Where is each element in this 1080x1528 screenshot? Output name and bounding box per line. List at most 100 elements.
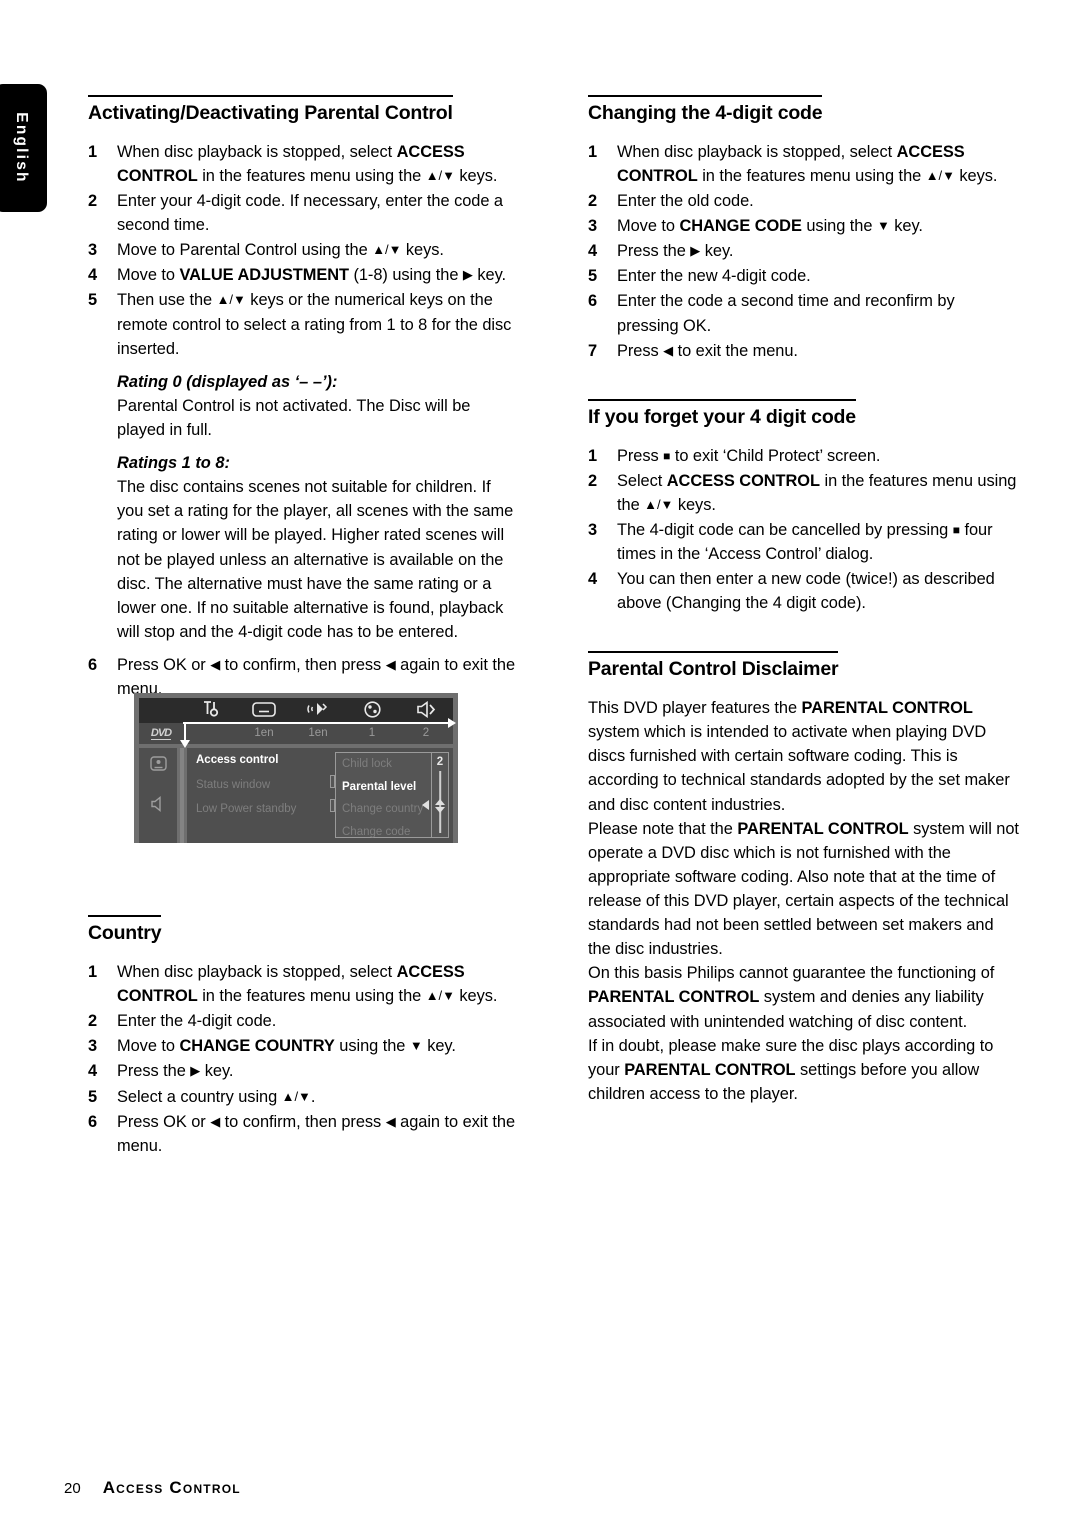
step-number: 1 [588, 142, 598, 161]
tv-left-caret-icon [422, 800, 429, 810]
language-tab: English [0, 84, 47, 212]
step-item: 3 Move to Parental Control using the ▲/▼ … [88, 238, 520, 262]
step-item: 2 Enter your 4-digit code. If necessary, … [88, 189, 520, 237]
rating-0-heading: Rating 0 (displayed as ‘– –’): [117, 372, 338, 391]
tv-value-audio: 1en [308, 726, 328, 739]
step-number: 5 [88, 1087, 98, 1106]
step-item: 2 Enter the 4-digit code. [88, 1009, 520, 1033]
step-text: You can then enter a new code (twice!) a… [617, 570, 995, 613]
step-text: Enter your 4-digit code. If necessary, e… [117, 192, 503, 235]
step-number: 5 [588, 267, 598, 286]
step-text: When disc playback is stopped, select AC… [117, 142, 498, 185]
step-number: 4 [588, 570, 598, 589]
step-text: Move to CHANGE COUNTRY using the ▼ key. [117, 1037, 456, 1056]
steps-country: 1 When disc playback is stopped, select A… [88, 960, 520, 1158]
step-item: 6 Enter the code a second time and reconf… [588, 289, 1020, 337]
tv-parental-level-value: 2 [436, 756, 444, 768]
tv-horizontal-arrow-icon [183, 718, 456, 728]
tv-arrow-down-icon[interactable] [435, 807, 445, 813]
tv-arrow-up-icon[interactable] [435, 799, 445, 805]
step-text: Move to Parental Control using the ▲/▼ k… [117, 241, 444, 260]
tv-submenu-item-child-lock[interactable]: Child lock [342, 758, 437, 771]
step-text: Enter the 4-digit code. [117, 1012, 277, 1031]
step-item: 4 Press the ▶ key. [88, 1059, 520, 1083]
tv-submenu-panel: Child lock Parental level Change country… [330, 752, 443, 839]
disclaimer-paragraphs: This DVD player features the PARENTAL CO… [588, 696, 1020, 1106]
disclaimer-paragraph: Please note that the PARENTAL CONTROL sy… [588, 819, 1019, 959]
step-number: 6 [588, 292, 598, 311]
step-text: The 4-digit code can be cancelled by pre… [617, 520, 993, 563]
step-number: 3 [88, 241, 98, 260]
tv-menu-body: Access control Status window Low Power s… [139, 748, 453, 843]
ratings-1-to-8-body: The disc contains scenes not suitable fo… [117, 478, 514, 641]
step-text: When disc playback is stopped, select AC… [617, 142, 998, 185]
step-item: 4 You can then enter a new code (twice!) … [588, 567, 1020, 615]
picture-settings-icon [139, 756, 177, 776]
step-text: Press OK or ◀ to confirm, then press ◀ a… [117, 1112, 516, 1155]
audio-language-icon [291, 701, 345, 720]
tv-divider [180, 748, 184, 843]
heading-parental-control-disclaimer: Parental Control Disclaimer [588, 651, 1020, 682]
step-item: 5 Then use the ▲/▼ keys or the numerical … [88, 288, 520, 360]
section-title-forgot-code: If you forget your 4 digit code [588, 398, 856, 430]
page-title: Activating/Deactivating Parental Control [88, 95, 453, 126]
footer-section-title: Access Control [102, 1478, 241, 1497]
tv-sidebar [139, 748, 177, 843]
step-item: 4 Move to VALUE ADJUSTMENT (1-8) using th… [88, 263, 520, 287]
tv-submenu-item-change-code[interactable]: Change code [342, 826, 437, 839]
heading-changing-the-4-digit-code: Changing the 4-digit code [588, 95, 1020, 126]
tv-up-down-arrows-icon[interactable] [435, 799, 445, 813]
step-number: 4 [88, 1062, 98, 1081]
step-text: Select ACCESS CONTROL in the features me… [617, 471, 1017, 514]
step-item: 6 Press OK or ◀ to confirm, then press ◀ … [88, 1110, 520, 1158]
step-text: Press ◀ to exit the menu. [617, 341, 798, 360]
tv-value-adjustment-control[interactable]: 2 [431, 752, 449, 838]
tv-submenu-item-parental-level[interactable]: Parental level [342, 781, 437, 794]
step-number: 6 [88, 1112, 98, 1131]
step-number: 1 [88, 962, 98, 981]
step-number: 4 [588, 242, 598, 261]
tv-vertical-arrow-icon [180, 722, 190, 748]
step-number: 7 [588, 341, 598, 360]
step-text: Then use the ▲/▼ keys or the numerical k… [117, 291, 512, 358]
step-item: 4 Press the ▶ key. [588, 239, 1020, 263]
tv-top-bar: DVD 1en 1en 1 2 [139, 698, 456, 748]
step-item: 1 When disc playback is stopped, select A… [88, 960, 520, 1008]
step-number: 1 [88, 142, 98, 161]
step-item: 1 When disc playback is stopped, select A… [588, 140, 1020, 188]
step-number: 5 [88, 291, 98, 310]
step-item: 2 Enter the old code. [588, 189, 1020, 213]
step-item: 3 Move to CHANGE CODE using the ▼ key. [588, 214, 1020, 238]
step-number: 4 [88, 266, 98, 285]
step-text: Enter the code a second time and reconfi… [617, 292, 955, 335]
page-number: 20 [64, 1480, 81, 1497]
step-number: 1 [588, 446, 598, 465]
step-item: 1 Press ■ to exit ‘Child Protect’ screen. [588, 444, 1020, 468]
tv-value-subtitle: 1en [254, 726, 274, 739]
left-column: Activating/Deactivating Parental Control… [88, 95, 520, 1159]
steps-forgot-code: 1 Press ■ to exit ‘Child Protect’ screen.… [588, 444, 1020, 616]
step-number: 2 [588, 471, 598, 490]
section-title-disclaimer: Parental Control Disclaimer [588, 651, 839, 682]
tools-icon [183, 700, 237, 721]
page-footer: 20 Access Control [64, 1478, 241, 1498]
right-column: Changing the 4-digit code 1 When disc pla… [588, 95, 1020, 1106]
disclaimer-paragraph: This DVD player features the PARENTAL CO… [588, 699, 1010, 814]
speaker-icon [139, 796, 177, 817]
step-number: 2 [88, 192, 98, 210]
tv-menu-panel: Access control Status window Low Power s… [187, 748, 453, 843]
step-number: 6 [88, 655, 98, 674]
step-item: 1 When disc playback is stopped, select A… [88, 140, 520, 188]
step-number: 3 [588, 217, 598, 236]
camera-angle-icon [345, 700, 399, 721]
tv-value-sound: 2 [422, 726, 430, 739]
section-title-country: Country [88, 915, 162, 946]
tv-menu-screenshot: DVD 1en 1en 1 2 Access control Status wi… [134, 693, 458, 843]
tv-submenu-tab-left-2 [330, 799, 335, 812]
step-number: 2 [88, 1012, 98, 1031]
step-text: Enter the old code. [617, 192, 754, 210]
disclaimer-paragraph: On this basis Philips cannot guarantee t… [588, 964, 995, 1031]
step-text: Press OK or ◀ to confirm, then press ◀ a… [117, 655, 516, 699]
steps-changing-code: 1 When disc playback is stopped, select A… [588, 140, 1020, 363]
